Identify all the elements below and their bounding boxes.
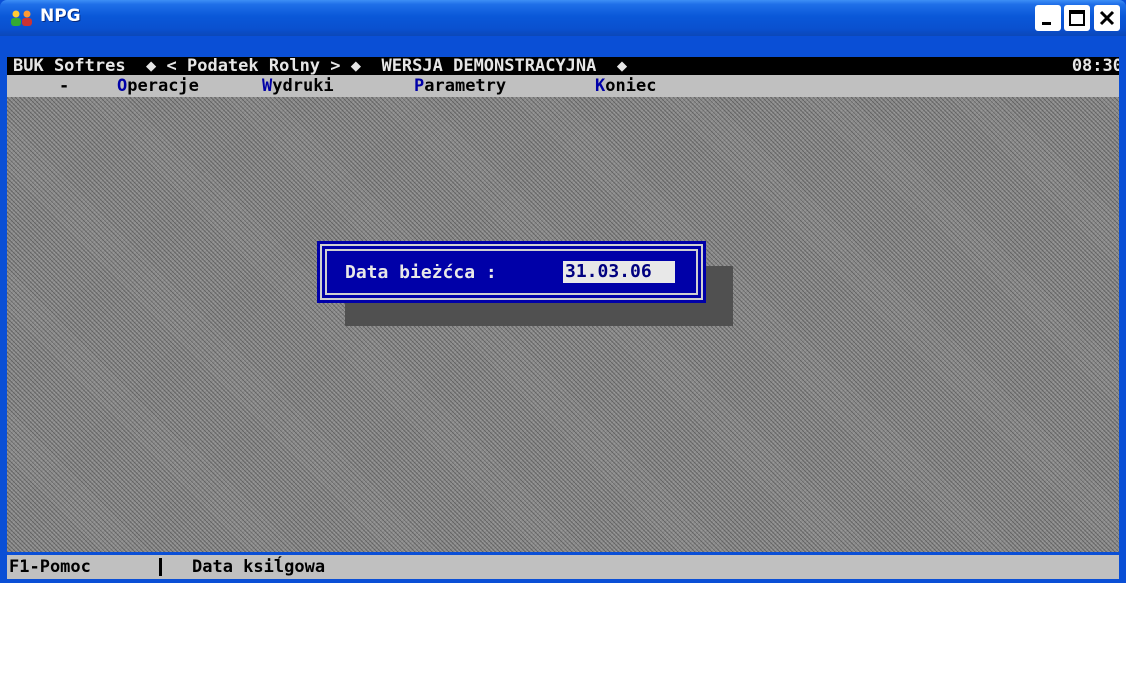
help-hint[interactable]: F1-Pomoc — [9, 555, 91, 579]
menu-koniec-hotkey: K — [595, 76, 606, 96]
window-frame-bottom — [0, 579, 1126, 583]
minimize-button[interactable] — [1035, 5, 1061, 31]
menu-wydruki-hotkey: W — [262, 76, 273, 96]
menu-operacje-label: peracje — [127, 76, 199, 96]
menu-parametry-hotkey: P — [414, 76, 425, 96]
menu-koniec[interactable]: Koniec — [595, 75, 656, 97]
users-icon — [11, 10, 32, 26]
date-dialog: Data bieżćca : 31.03.06 — [317, 241, 706, 303]
window-frame-right — [1119, 36, 1126, 583]
program-status-line: BUK Softres ◆ < Podatek Rolny > ◆ WERSJA… — [7, 57, 1126, 75]
menu-operacje[interactable]: Operacje — [117, 75, 199, 97]
maximize-icon — [1069, 10, 1085, 26]
maximize-button[interactable] — [1064, 5, 1090, 31]
status-text: Data ksiĺgowa — [192, 557, 326, 577]
minimize-icon — [1042, 22, 1051, 25]
close-button[interactable] — [1094, 5, 1120, 31]
status-separator — [159, 558, 162, 576]
menu-parametry[interactable]: Parametry — [414, 75, 506, 97]
menu-dash[interactable]: - — [59, 75, 69, 97]
bottom-status-bar: F1-Pomoc Data ksiĺgowa — [7, 555, 1126, 579]
menu-parametry-label: arametry — [424, 76, 507, 96]
window-title: NPG — [40, 6, 81, 26]
menu-bar: - Operacje Wydruki Parametry Koniec — [7, 75, 1126, 97]
menu-wydruki[interactable]: Wydruki — [262, 75, 334, 97]
date-input[interactable]: 31.03.06 — [563, 261, 675, 283]
date-label: Data bieżćca : — [345, 262, 508, 283]
title-bar[interactable]: NPG — [0, 0, 1126, 36]
close-icon — [1099, 10, 1115, 26]
menu-wydruki-label: ydruki — [272, 76, 334, 96]
console-top-border — [7, 36, 1126, 54]
menu-koniec-label: oniec — [605, 76, 657, 96]
program-status-text: BUK Softres ◆ < Podatek Rolny > ◆ WERSJA… — [13, 56, 628, 76]
menu-operacje-hotkey: O — [117, 76, 128, 96]
clock: 08:30 — [1071, 56, 1123, 76]
app-window: NPG BUK Softres ◆ < Podatek Rolny > ◆ WE… — [0, 0, 1126, 583]
